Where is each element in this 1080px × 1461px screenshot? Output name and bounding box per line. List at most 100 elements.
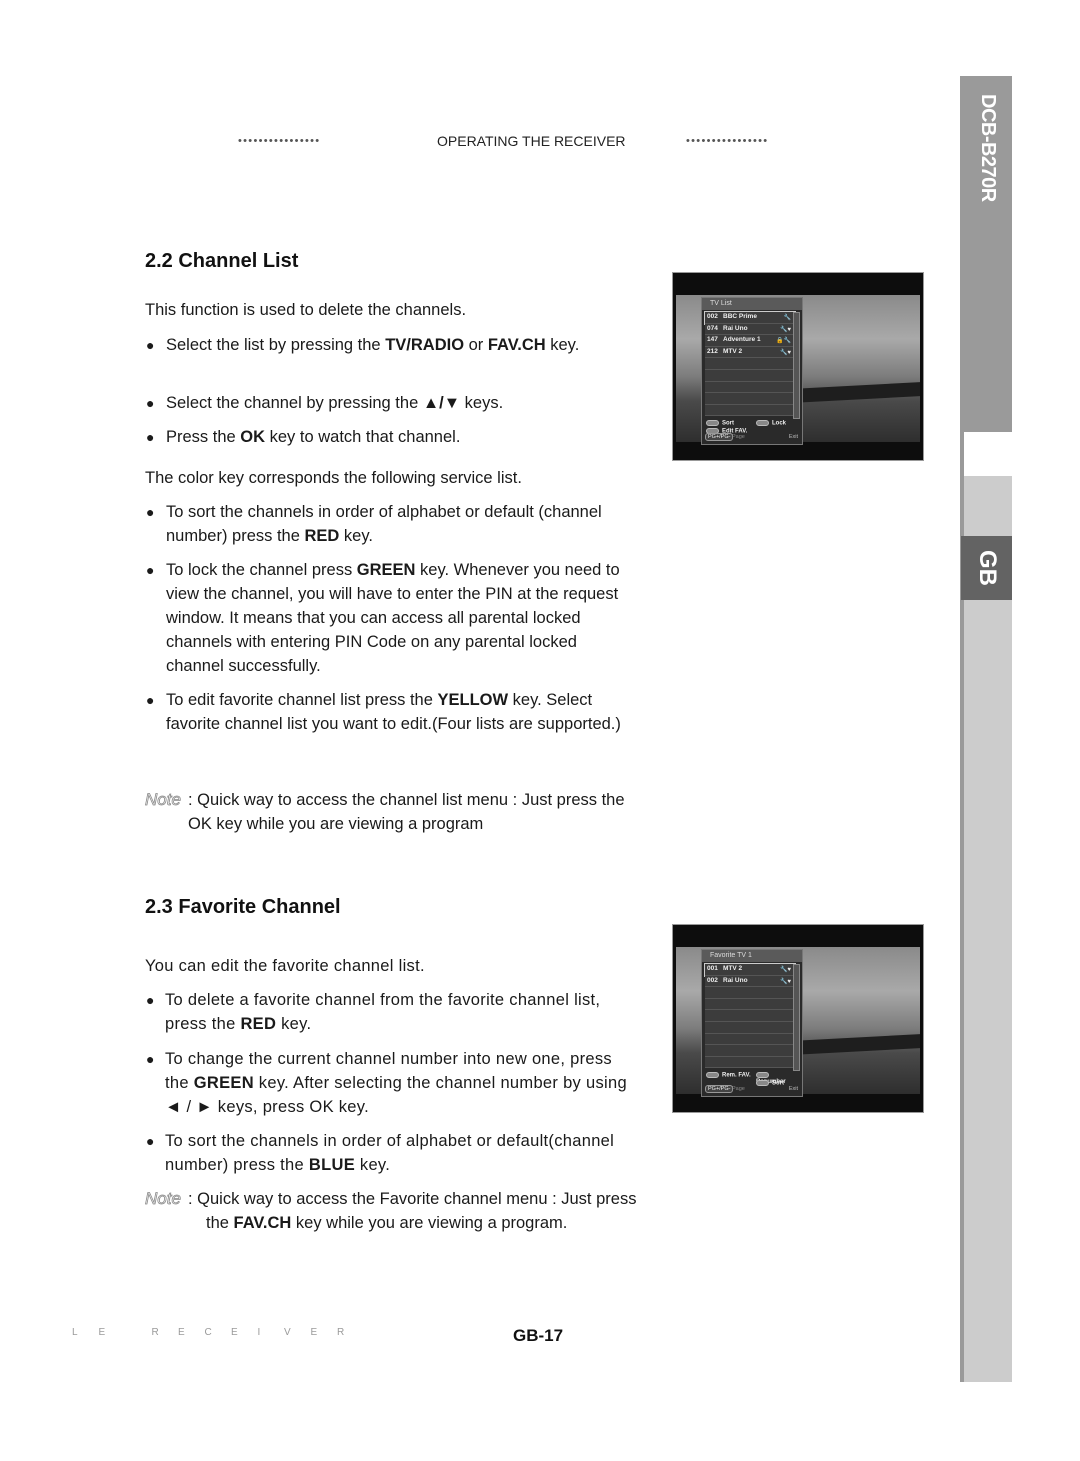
channel-row [705, 404, 795, 417]
channel-name: Rai Uno [723, 324, 748, 332]
channel-row [705, 987, 795, 999]
tv-list-screenshot: TV List 002 BBC Prime 🔧 074 Rai Uno 🔧♥ 147 Adve… [672, 272, 924, 461]
note-text: : Quick way to access the Favorite chann… [188, 1190, 637, 1232]
brand-letter: E [178, 1327, 185, 1338]
channel-row [705, 1045, 795, 1057]
channel-row: 074 Rai Uno 🔧♥ [705, 323, 795, 336]
channel-row: 001 MTV 2 🔧♥ [704, 963, 796, 977]
favorite-intro: You can edit the favorite channel list. [145, 957, 425, 975]
channel-row [705, 1056, 795, 1069]
channel-status-icons: 🔧♥ [779, 326, 791, 333]
footer-brand: LERECEIVER [72, 1327, 364, 1338]
channel-number: 212 [707, 347, 718, 355]
brand-letter: C [204, 1327, 212, 1338]
brand-letter: R [151, 1327, 159, 1338]
bullet-item: ● To change the current channel number i… [145, 1047, 635, 1119]
channel-name: MTV 2 [723, 347, 743, 355]
channel-status-icons: 🔧♥ [779, 967, 791, 973]
brand-letter: V [284, 1327, 291, 1338]
channel-name: BBC Prime [723, 313, 757, 320]
page-number: GB-17 [513, 1326, 564, 1345]
bullet-item: ● Select the list by pressing the TV/RAD… [145, 333, 625, 357]
left-right-arrows-icon: ◄ / ► [165, 1098, 213, 1116]
channel-row: 147 Adventure 1 🔒🔧 [705, 335, 795, 347]
scrollbar [793, 964, 800, 1071]
channel-list-intro: This function is used to delete the chan… [145, 301, 467, 319]
channel-status-icons: 🔒🔧 [776, 338, 791, 345]
header-dots-right: •••••••••••••••• [686, 135, 769, 147]
channel-row [705, 381, 795, 394]
color-key-intro: The color key corresponds the following … [145, 469, 522, 487]
red-key-icon [706, 1072, 719, 1078]
scrollbar [793, 312, 800, 419]
note-label: Note [145, 790, 182, 810]
note-text: : Quick way to access the channel list m… [188, 791, 625, 833]
note-label: Note [145, 1189, 182, 1209]
brand-letter: E [98, 1327, 106, 1338]
channel-name: MTV 2 [723, 965, 743, 972]
channel-number: 147 [707, 336, 718, 344]
bullet-item: ● Select the channel by pressing the ▲/▼… [145, 391, 625, 415]
channel-number: 002 [707, 313, 718, 320]
bullet-icon: ● [146, 692, 155, 708]
bullet-icon: ● [146, 1051, 155, 1067]
channel-name: Rai Uno [723, 976, 748, 984]
channel-row [705, 369, 795, 382]
tv-list-panel: TV List 002 BBC Prime 🔧 074 Rai Uno 🔧♥ 147 Adve… [701, 297, 803, 445]
header-title: OPERATING THE RECEIVER [437, 133, 626, 149]
language-label: GB [973, 550, 1001, 586]
bullet-icon: ● [146, 992, 155, 1008]
bullet-icon: ● [146, 562, 155, 578]
brand-letter: L [72, 1327, 78, 1338]
channel-status-icons: 🔧♥ [779, 978, 791, 985]
page-label: Page [732, 434, 745, 440]
section-heading-channel-list: 2.2 Channel List [145, 250, 299, 272]
panel-title: TV List [702, 298, 802, 310]
channel-rows: 001 MTV 2 🔧♥ 002 Rai Uno 🔧♥ [704, 963, 796, 1069]
section-heading-favorite-channel: 2.3 Favorite Channel [145, 896, 341, 918]
brand-letter: R [337, 1327, 345, 1338]
model-label: DCB-B270R [977, 94, 999, 202]
red-key-legend: Sort [706, 420, 734, 427]
bullet-item: ● To delete a favorite channel from the … [145, 988, 635, 1036]
note-channel-list: Note : Quick way to access the channel l… [145, 788, 635, 833]
channel-row [705, 998, 795, 1011]
favorite-list-panel: Favorite TV 1 001 MTV 2 🔧♥ 002 Rai Uno 🔧♥ Rem… [701, 949, 803, 1097]
channel-row [705, 358, 795, 370]
side-tab-block [964, 476, 1012, 536]
channel-name: Adventure 1 [723, 336, 761, 344]
green-key-icon [756, 1072, 769, 1078]
green-key-icon [756, 420, 769, 426]
header-dots-left: •••••••••••••••• [238, 135, 321, 147]
note-favorite: Note : Quick way to access the Favorite … [145, 1187, 637, 1232]
bullet-icon: ● [146, 337, 155, 353]
exit-label: Exit [788, 434, 798, 440]
favorite-list-screenshot: Favorite TV 1 001 MTV 2 🔧♥ 002 Rai Uno 🔧♥ Rem… [672, 924, 924, 1113]
red-key-icon [706, 420, 719, 426]
bullet-item: ● To edit favorite channel list press th… [145, 688, 625, 736]
bullet-item: ● To lock the channel press GREEN key. W… [145, 558, 625, 678]
channel-status-icons: 🔧 [783, 315, 791, 321]
bullet-icon: ● [146, 1133, 155, 1149]
channel-number: 074 [707, 324, 718, 332]
bullet-item: ● Press the OK key to watch that channel… [145, 425, 625, 449]
channel-row: 002 Rai Uno 🔧♥ [705, 975, 795, 988]
channel-row [705, 1021, 795, 1034]
brand-letter: E [231, 1327, 238, 1338]
channel-row: 002 BBC Prime 🔧 [704, 311, 796, 325]
up-down-arrows-icon: ▲/▼ [422, 394, 461, 412]
brand-letter: E [310, 1327, 318, 1338]
bullet-item: ● To sort the channels in order of alpha… [145, 1129, 635, 1177]
exit-label: Exit [788, 1086, 798, 1092]
page-key: PG+/PG- [705, 433, 734, 441]
green-key-legend: Lock [756, 420, 786, 427]
side-tab-model: DCB-B270R [963, 76, 1012, 432]
channel-row [705, 393, 795, 405]
bullet-item: ● To sort the channels in order of alpha… [145, 500, 625, 548]
panel-title: Favorite TV 1 [702, 950, 802, 962]
side-tab-block [964, 600, 1012, 1382]
brand-letter: I [257, 1327, 261, 1338]
channel-number: 002 [707, 976, 718, 984]
page-key: PG+/PG- [705, 1085, 734, 1093]
panel-footer: PG+/PG- Page Exit [704, 1085, 800, 1094]
